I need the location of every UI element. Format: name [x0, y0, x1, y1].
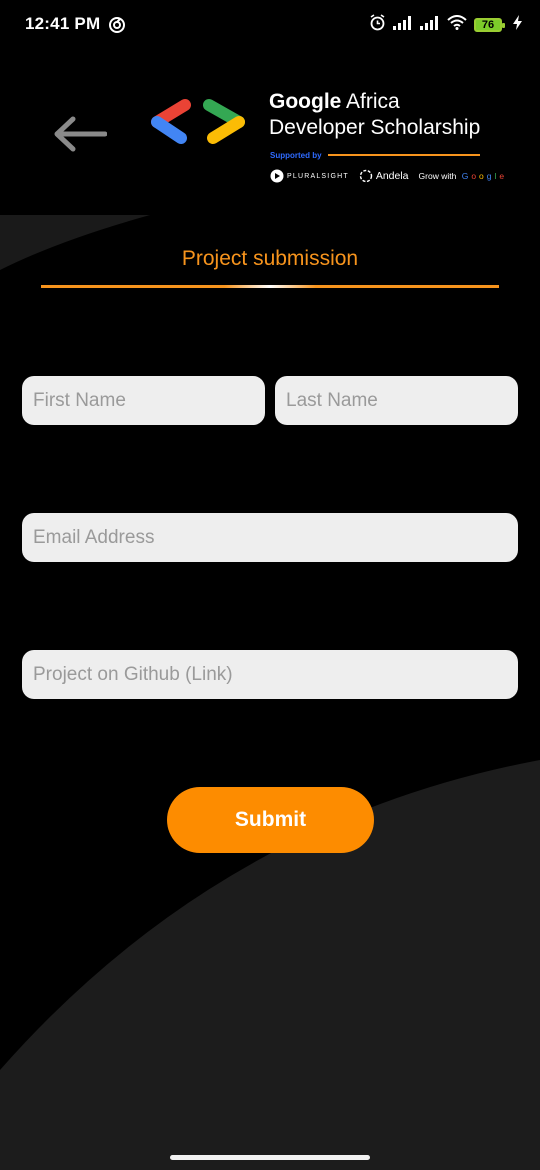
developer-logo: [145, 96, 251, 155]
grow-with-google-logo: Grow with Google: [419, 171, 505, 181]
wifi-icon: [447, 15, 467, 35]
alarm-icon: [369, 14, 386, 36]
last-name-field[interactable]: [275, 376, 518, 425]
google-letter: o: [471, 171, 477, 181]
pluralsight-text: PLURALSIGHT: [287, 172, 349, 180]
page-title: Project submission: [181, 247, 359, 270]
arrow-left-icon: [54, 116, 107, 152]
charging-icon: [513, 15, 522, 35]
gesture-nav-handle[interactable]: [170, 1155, 370, 1160]
google-letter: l: [494, 171, 497, 181]
back-button[interactable]: [48, 108, 110, 160]
pluralsight-icon: [270, 169, 284, 183]
sync-icon: [108, 16, 126, 39]
brand-subtitle: Developer Scholarship: [269, 116, 481, 139]
pluralsight-logo: PLURALSIGHT: [270, 169, 349, 183]
signal-icon: [420, 15, 440, 35]
status-icons: 76: [369, 14, 522, 36]
signal-icon: [393, 15, 413, 35]
google-letter: o: [479, 171, 484, 181]
github-link-field[interactable]: [22, 650, 518, 699]
andela-icon: [359, 169, 373, 183]
supported-by-label: Supported by: [270, 151, 322, 160]
andela-logo: Andela: [359, 169, 409, 183]
brand-title: Google Africa: [269, 90, 400, 113]
grow-with-text: Grow with: [418, 171, 459, 181]
google-letter: G: [461, 171, 469, 181]
email-field[interactable]: [22, 513, 518, 562]
google-letter: e: [499, 171, 505, 181]
battery-icon: 76: [474, 18, 505, 32]
sponsor-logos: PLURALSIGHT Andela Grow with Google: [270, 169, 504, 183]
supported-by-divider: [328, 154, 480, 156]
submit-button[interactable]: Submit: [167, 787, 374, 853]
first-name-field[interactable]: [22, 376, 265, 425]
status-time: 12:41 PM: [25, 14, 101, 33]
google-letter: g: [486, 171, 492, 181]
andela-text: Andela: [375, 170, 409, 182]
title-underline: [41, 285, 499, 288]
